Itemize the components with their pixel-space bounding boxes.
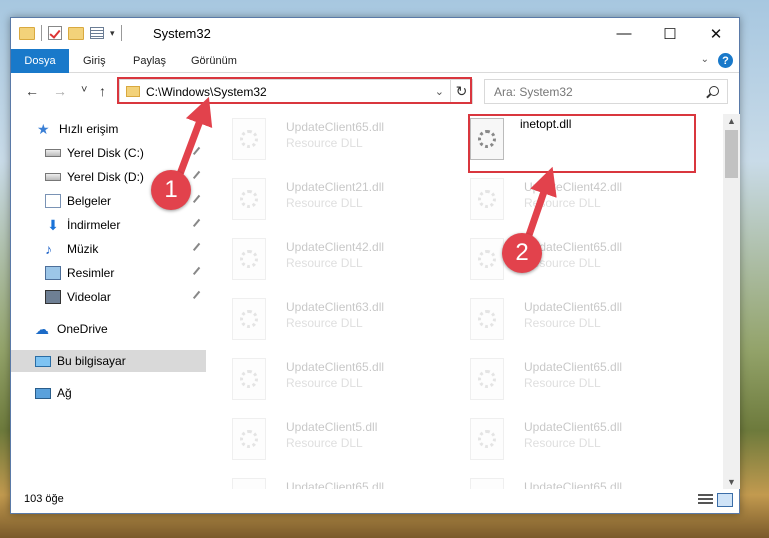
arrow-to-file (524, 166, 557, 240)
step-badge-1: 1 (151, 170, 191, 210)
arrow-to-address-bar (176, 96, 213, 176)
annotation-arrows (176, 96, 557, 240)
step-badge-2: 2 (502, 233, 542, 273)
